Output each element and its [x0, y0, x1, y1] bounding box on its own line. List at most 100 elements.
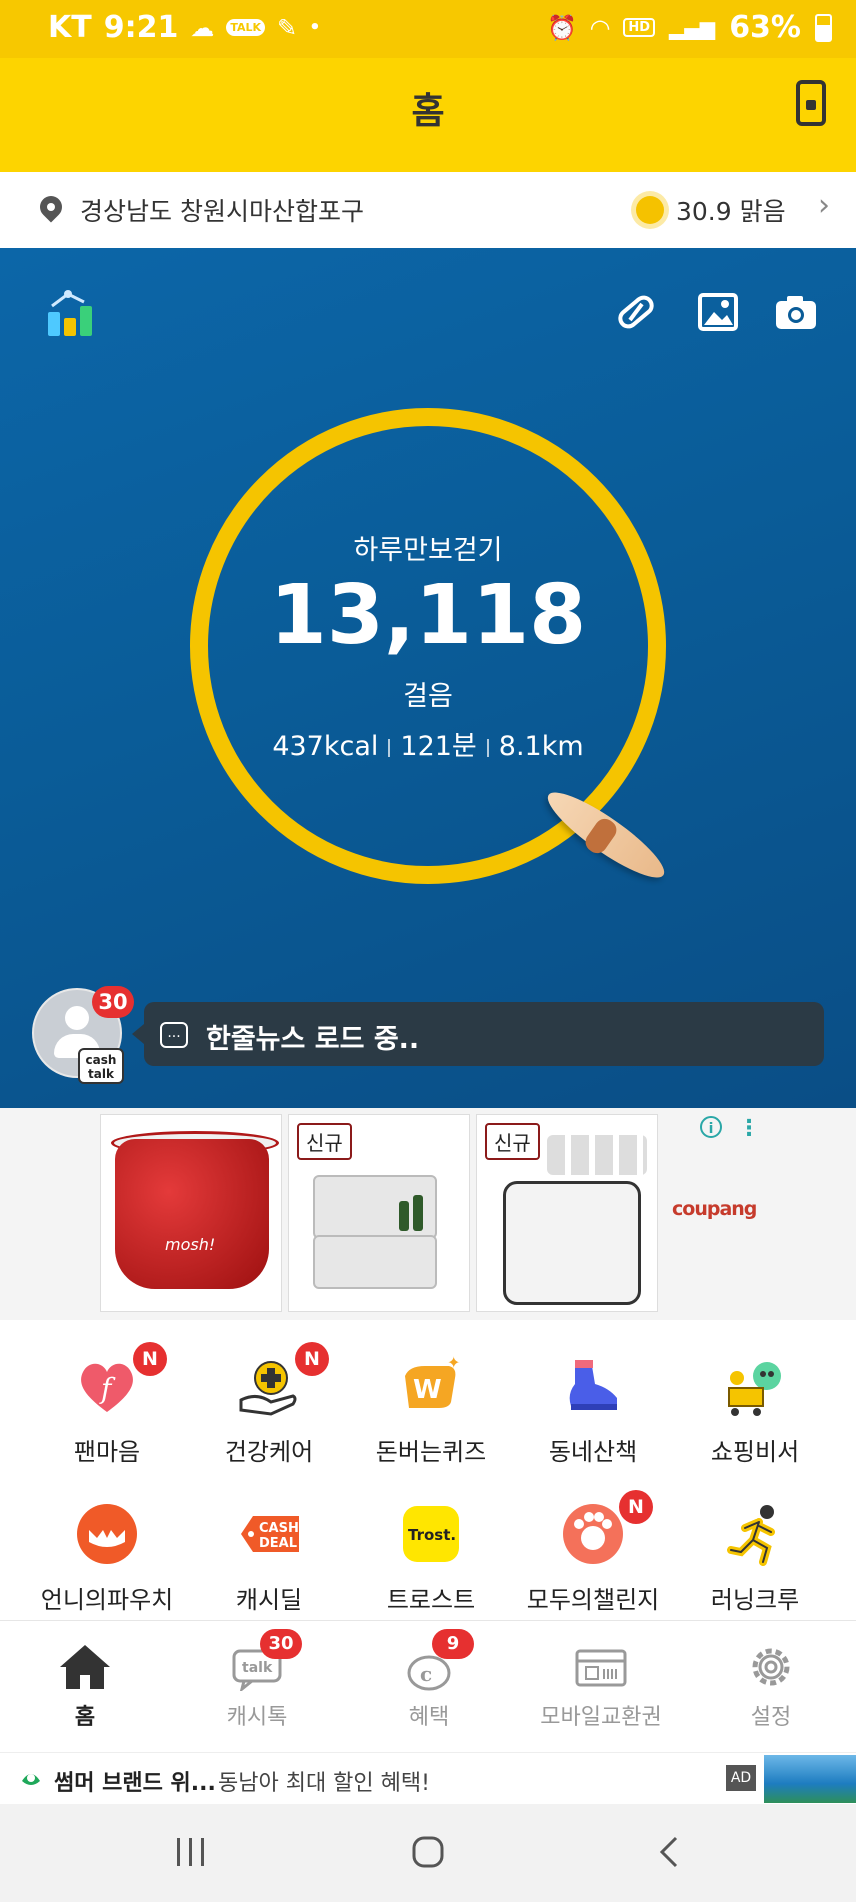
menu-item-label: 돈버는퀴즈 — [375, 1438, 487, 1466]
dot-icon: • — [309, 17, 321, 38]
menu-item-trost[interactable]: Trost. 트로스트 — [346, 1502, 516, 1615]
banner-description: 동남아 최대 할인 혜택! — [218, 1771, 430, 1796]
recent-apps-button[interactable] — [174, 1834, 208, 1870]
location-bar[interactable]: 경상남도 창원시마산합포구 30.9 맑음 › — [0, 172, 856, 249]
hd-icon: HD — [623, 18, 656, 37]
ad-product-card[interactable]: 신규 — [288, 1114, 470, 1312]
svg-text:talk: talk — [242, 1660, 273, 1676]
step-metrics: 437kcal 121분 8.1km — [0, 724, 856, 763]
advertiser-logo[interactable]: coupang — [672, 1198, 757, 1220]
shopping-cart-icon — [723, 1354, 787, 1418]
location-text: 경상남도 창원시마산합포구 — [80, 197, 364, 226]
cloud-icon: ☁ — [190, 13, 215, 42]
menu-item-challenge[interactable]: N 모두의챌린지 — [508, 1490, 678, 1615]
more-vertical-icon[interactable]: ⋮ — [738, 1116, 760, 1141]
menu-item-health-care[interactable]: N 건강케어 — [184, 1342, 354, 1467]
pill-icon[interactable] — [614, 292, 658, 332]
pen-notification-icon: ✎ — [277, 13, 298, 42]
new-badge: N — [133, 1342, 167, 1376]
menu-item-fan-maeum[interactable]: f N 팬마음 — [22, 1342, 192, 1467]
cashtalk-count-badge: 30 — [92, 986, 134, 1018]
new-badge: 신규 — [485, 1123, 540, 1160]
step-hero: 하루만보걷기 13,118 걸음 437kcal 121분 8.1km 30 cas… — [0, 248, 856, 1108]
menu-item-cash-deal[interactable]: CASH DEAL 캐시딜 — [184, 1502, 354, 1615]
bottom-nav: 홈 talk 30 캐시톡 c 9 혜택 모바일교환권 설정 — [0, 1620, 856, 1753]
tab-benefits[interactable]: c 9 혜택 — [344, 1629, 514, 1731]
app-header: 홈 — [0, 58, 856, 172]
menu-item-shopping-assistant[interactable]: 쇼핑비서 — [670, 1354, 840, 1467]
red-pot-image — [115, 1139, 269, 1289]
challenge-icon: N — [561, 1490, 653, 1566]
image-icon[interactable] — [696, 292, 740, 332]
tab-label: 홈 — [74, 1705, 96, 1730]
cashtalk-count-badge: 30 — [260, 1629, 302, 1659]
tab-settings[interactable]: 설정 — [686, 1643, 856, 1731]
lock-screen-button[interactable] — [796, 80, 826, 126]
back-button[interactable] — [654, 1834, 684, 1870]
advertiser-logo-icon — [18, 1765, 44, 1791]
svg-text:CASH: CASH — [259, 1521, 299, 1536]
trost-icon: Trost. — [399, 1502, 463, 1566]
menu-item-label: 쇼핑비서 — [710, 1438, 800, 1466]
talk-bubble-icon: talk 30 — [230, 1629, 302, 1693]
new-badge: N — [295, 1342, 329, 1376]
tab-label: 모바일교환권 — [540, 1705, 662, 1730]
menu-item-label: 트로스트 — [386, 1586, 476, 1614]
menu-item-label: 언니의파우치 — [40, 1586, 174, 1614]
step-label: 하루만보걷기 — [353, 535, 503, 566]
home-icon — [58, 1643, 112, 1691]
divider — [486, 738, 489, 757]
tab-cashtalk[interactable]: talk 30 캐시톡 — [172, 1629, 342, 1731]
svg-text:✦: ✦ — [447, 1354, 460, 1372]
menu-item-label: 러닝크루 — [710, 1586, 800, 1614]
tab-home[interactable]: 홈 — [0, 1643, 170, 1731]
menu-item-label: 건강케어 — [224, 1438, 314, 1466]
new-badge: N — [619, 1490, 653, 1524]
battery-icon — [815, 13, 832, 42]
chat-dots-icon: ... — [160, 1022, 188, 1048]
new-badge: 신규 — [297, 1123, 352, 1160]
menu-item-label: 동네산책 — [548, 1438, 638, 1466]
menu-item-running-crew[interactable]: 러닝크루 — [670, 1502, 840, 1615]
chevron-right-icon[interactable]: › — [818, 188, 830, 223]
news-bubble[interactable]: ... 한줄뉴스 로드 중.. — [132, 1002, 824, 1066]
tab-mobile-voucher[interactable]: 모바일교환권 — [516, 1643, 686, 1731]
battery-level: 63% — [729, 10, 801, 45]
carrier: KT — [48, 10, 92, 45]
banner-image — [764, 1755, 856, 1803]
service-menu-grid: f N 팬마음 N 건강케어 W ✦ 돈버는퀴즈 동네산책 쇼핑비서 언니의파우치 — [0, 1320, 856, 1620]
distance-value: 8.1km — [498, 731, 584, 762]
info-icon[interactable]: i — [700, 1116, 722, 1138]
tab-label: 캐시톡 — [226, 1705, 288, 1730]
menu-item-label: 모두의챌린지 — [526, 1586, 660, 1614]
tab-label: 혜택 — [408, 1705, 450, 1730]
svg-text:Trost.: Trost. — [408, 1526, 456, 1544]
ad-product-card[interactable]: 신규 — [476, 1114, 658, 1312]
page-title: 홈 — [411, 91, 445, 132]
stats-chart-icon[interactable] — [46, 288, 96, 338]
status-bar: KT 9:21 ☁ TALK ✎ • ⏰ ◠ HD ▂▄▆ 63% — [0, 0, 856, 58]
signal-icon: ▂▄▆ — [669, 15, 716, 40]
coin-bag-icon: c 9 — [402, 1629, 474, 1691]
menu-item-quiz[interactable]: W ✦ 돈버는퀴즈 — [346, 1353, 516, 1467]
cash-deal-icon: CASH DEAL — [237, 1502, 301, 1566]
menu-item-unni-pouch[interactable]: 언니의파우치 — [22, 1502, 192, 1615]
banner-ad[interactable]: 썸머 브랜드 위... 동남아 최대 할인 혜택! AD — [0, 1752, 856, 1805]
calories-value: 437kcal — [272, 731, 379, 762]
camera-icon[interactable] — [774, 292, 818, 332]
system-nav-bar — [0, 1804, 856, 1902]
health-care-icon: N — [237, 1342, 329, 1418]
svg-text:W: W — [413, 1375, 442, 1405]
ad-product-strip: mosh! 신규 신규 i ⋮ coupang — [0, 1108, 856, 1320]
pouch-icon — [75, 1502, 139, 1566]
container-image — [503, 1181, 641, 1305]
svg-text:c: c — [420, 1662, 432, 1686]
ad-product-card[interactable]: mosh! — [100, 1114, 282, 1312]
quiz-icon: W ✦ — [399, 1353, 463, 1418]
svg-text:DEAL: DEAL — [259, 1536, 297, 1551]
menu-item-neighborhood-walk[interactable]: 동네산책 — [508, 1354, 678, 1467]
voucher-icon — [574, 1643, 628, 1691]
minutes-value: 121분 — [400, 731, 477, 762]
location-pin-icon — [35, 191, 67, 223]
home-button[interactable] — [410, 1834, 446, 1870]
